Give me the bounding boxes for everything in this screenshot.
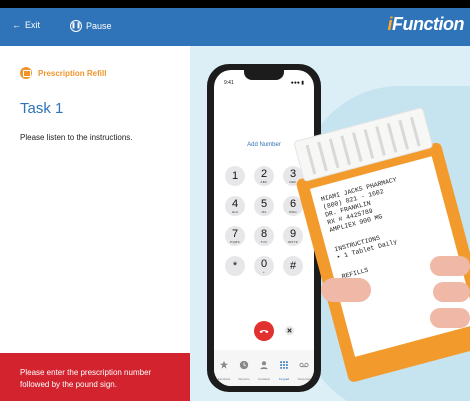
pause-circle-icon: ❚❚ [70,20,82,32]
keypad-key[interactable]: # [283,256,303,276]
delete-icon[interactable] [284,325,295,336]
pause-label: Pause [86,21,112,31]
illustration-panel: 9:41 ●●● ▮ Add Number 1 2 ABC 3 DEF 4 GHI 5… [190,46,470,401]
exit-label: Exit [25,20,41,30]
keypad-key[interactable]: 7 PQRS [225,226,245,246]
keypad-key[interactable]: * [225,256,245,276]
hand-finger [430,308,470,328]
phone-notch [244,70,284,80]
contacts-icon [260,361,268,370]
exit-button[interactable]: ← Exit [12,20,40,30]
status-bar: 9:41 ●●● ▮ [224,80,304,86]
tab-favorites[interactable]: Favorites [214,357,234,381]
prompt-banner: Please enter the prescription number fol… [0,353,190,401]
task-panel: Prescription Refill Task 1 Please listen… [0,46,190,401]
voicemail-icon [299,362,309,368]
keypad-key[interactable]: 4 GHI [225,196,245,216]
phone-hangup-icon [259,330,269,333]
hand-thumb [321,278,371,302]
hand-finger [433,282,470,302]
keypad-key[interactable]: 1 [225,166,245,186]
tab-voicemail[interactable]: Voicemail [294,357,314,381]
phone: 9:41 ●●● ▮ Add Number 1 2 ABC 3 DEF 4 GHI 5… [207,64,321,392]
tab-recents[interactable]: Recents [234,357,254,381]
status-time: 9:41 [224,80,234,86]
hand-finger [430,256,470,276]
keypad-key[interactable]: 9 WXYZ [283,226,303,246]
app-frame: ← Exit ❚❚ Pause iFunction Prescription R… [0,8,470,401]
breadcrumb: Prescription Refill [20,67,106,79]
keypad-key[interactable]: 8 TUV [254,226,274,246]
keypad-icon [280,361,288,369]
pause-button[interactable]: ❚❚ Pause [70,20,112,32]
keypad-key[interactable]: 0 + [254,256,274,276]
clock-icon [239,360,249,370]
phone-tab-bar: Favorites Recents Contacts Keypad Voicem… [214,350,314,386]
top-bar: ← Exit ❚❚ Pause iFunction [0,8,470,46]
hang-up-button[interactable] [254,321,274,341]
ifunction-logo: iFunction [387,14,465,34]
breadcrumb-label: Prescription Refill [38,68,107,78]
pill-bottle-icon [20,67,32,79]
page-title: Task 1 [20,100,64,117]
tab-keypad[interactable]: Keypad [274,357,294,381]
keypad-key[interactable]: 2 ABC [254,166,274,186]
phone-screen: 9:41 ●●● ▮ Add Number 1 2 ABC 3 DEF 4 GHI 5… [214,70,314,386]
signal-icon: ●●● ▮ [290,80,304,86]
arrow-left-icon: ← [12,20,21,30]
keypad-key[interactable]: 5 JKL [254,196,274,216]
tab-contacts[interactable]: Contacts [254,357,274,381]
instructions-text: Please listen to the instructions. [20,133,133,142]
star-icon [219,360,229,369]
